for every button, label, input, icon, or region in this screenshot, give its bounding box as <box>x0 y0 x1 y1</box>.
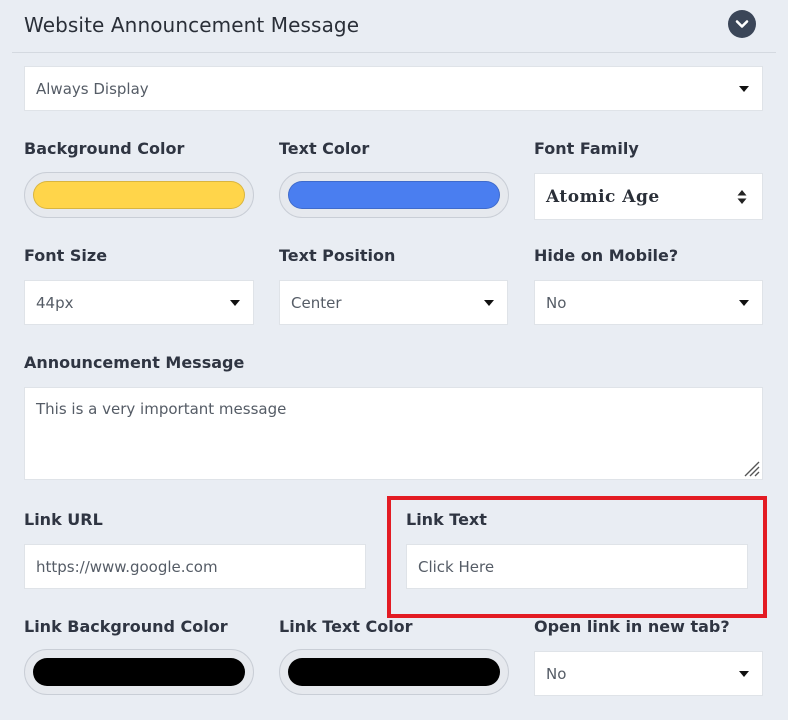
display-mode-select[interactable]: Always Display <box>24 66 763 111</box>
link-url-input[interactable]: https://www.google.com <box>24 544 366 589</box>
link-background-color-label: Link Background Color <box>24 617 228 636</box>
sort-arrows-icon <box>737 189 747 204</box>
hide-on-mobile-select[interactable]: No <box>534 280 763 325</box>
link-text-color-swatch <box>288 658 500 686</box>
hide-on-mobile-label: Hide on Mobile? <box>534 246 679 265</box>
highlight-annotation-box <box>387 496 767 618</box>
chevron-down-icon <box>735 20 749 28</box>
background-color-picker[interactable] <box>24 172 254 218</box>
section-header: Website Announcement Message <box>12 0 776 53</box>
text-color-swatch <box>288 181 500 209</box>
section-title: Website Announcement Message <box>24 13 360 37</box>
text-color-picker[interactable] <box>279 172 509 218</box>
font-size-value: 44px <box>36 293 74 312</box>
link-text-color-label: Link Text Color <box>279 617 413 636</box>
background-color-label: Background Color <box>24 139 185 158</box>
display-mode-value: Always Display <box>36 79 149 98</box>
font-size-label: Font Size <box>24 246 108 265</box>
caret-down-icon <box>739 299 749 306</box>
font-family-value: Atomic Age <box>546 186 660 207</box>
resize-grip-icon[interactable] <box>742 459 760 477</box>
link-text-color-picker[interactable] <box>279 649 509 695</box>
text-color-label: Text Color <box>279 139 370 158</box>
caret-down-icon <box>739 85 749 92</box>
font-family-label: Font Family <box>534 139 639 158</box>
font-size-select[interactable]: 44px <box>24 280 254 325</box>
link-background-color-swatch <box>33 658 245 686</box>
open-new-tab-select[interactable]: No <box>534 651 763 696</box>
hide-on-mobile-value: No <box>546 293 567 312</box>
background-color-swatch <box>33 181 245 209</box>
announcement-message-value: This is a very important message <box>36 400 287 418</box>
text-position-select[interactable]: Center <box>279 280 508 325</box>
collapse-button[interactable] <box>728 10 756 38</box>
caret-down-icon <box>484 299 494 306</box>
announcement-message-textarea[interactable]: This is a very important message <box>24 387 763 480</box>
open-new-tab-value: No <box>546 664 567 683</box>
text-position-value: Center <box>291 293 342 312</box>
link-background-color-picker[interactable] <box>24 649 254 695</box>
announcement-message-label: Announcement Message <box>24 353 245 372</box>
caret-down-icon <box>230 299 240 306</box>
font-family-select[interactable]: Atomic Age <box>534 173 763 220</box>
open-new-tab-label: Open link in new tab? <box>534 617 730 636</box>
link-url-value: https://www.google.com <box>36 557 218 576</box>
text-position-label: Text Position <box>279 246 396 265</box>
link-url-label: Link URL <box>24 510 103 529</box>
caret-down-icon <box>739 670 749 677</box>
